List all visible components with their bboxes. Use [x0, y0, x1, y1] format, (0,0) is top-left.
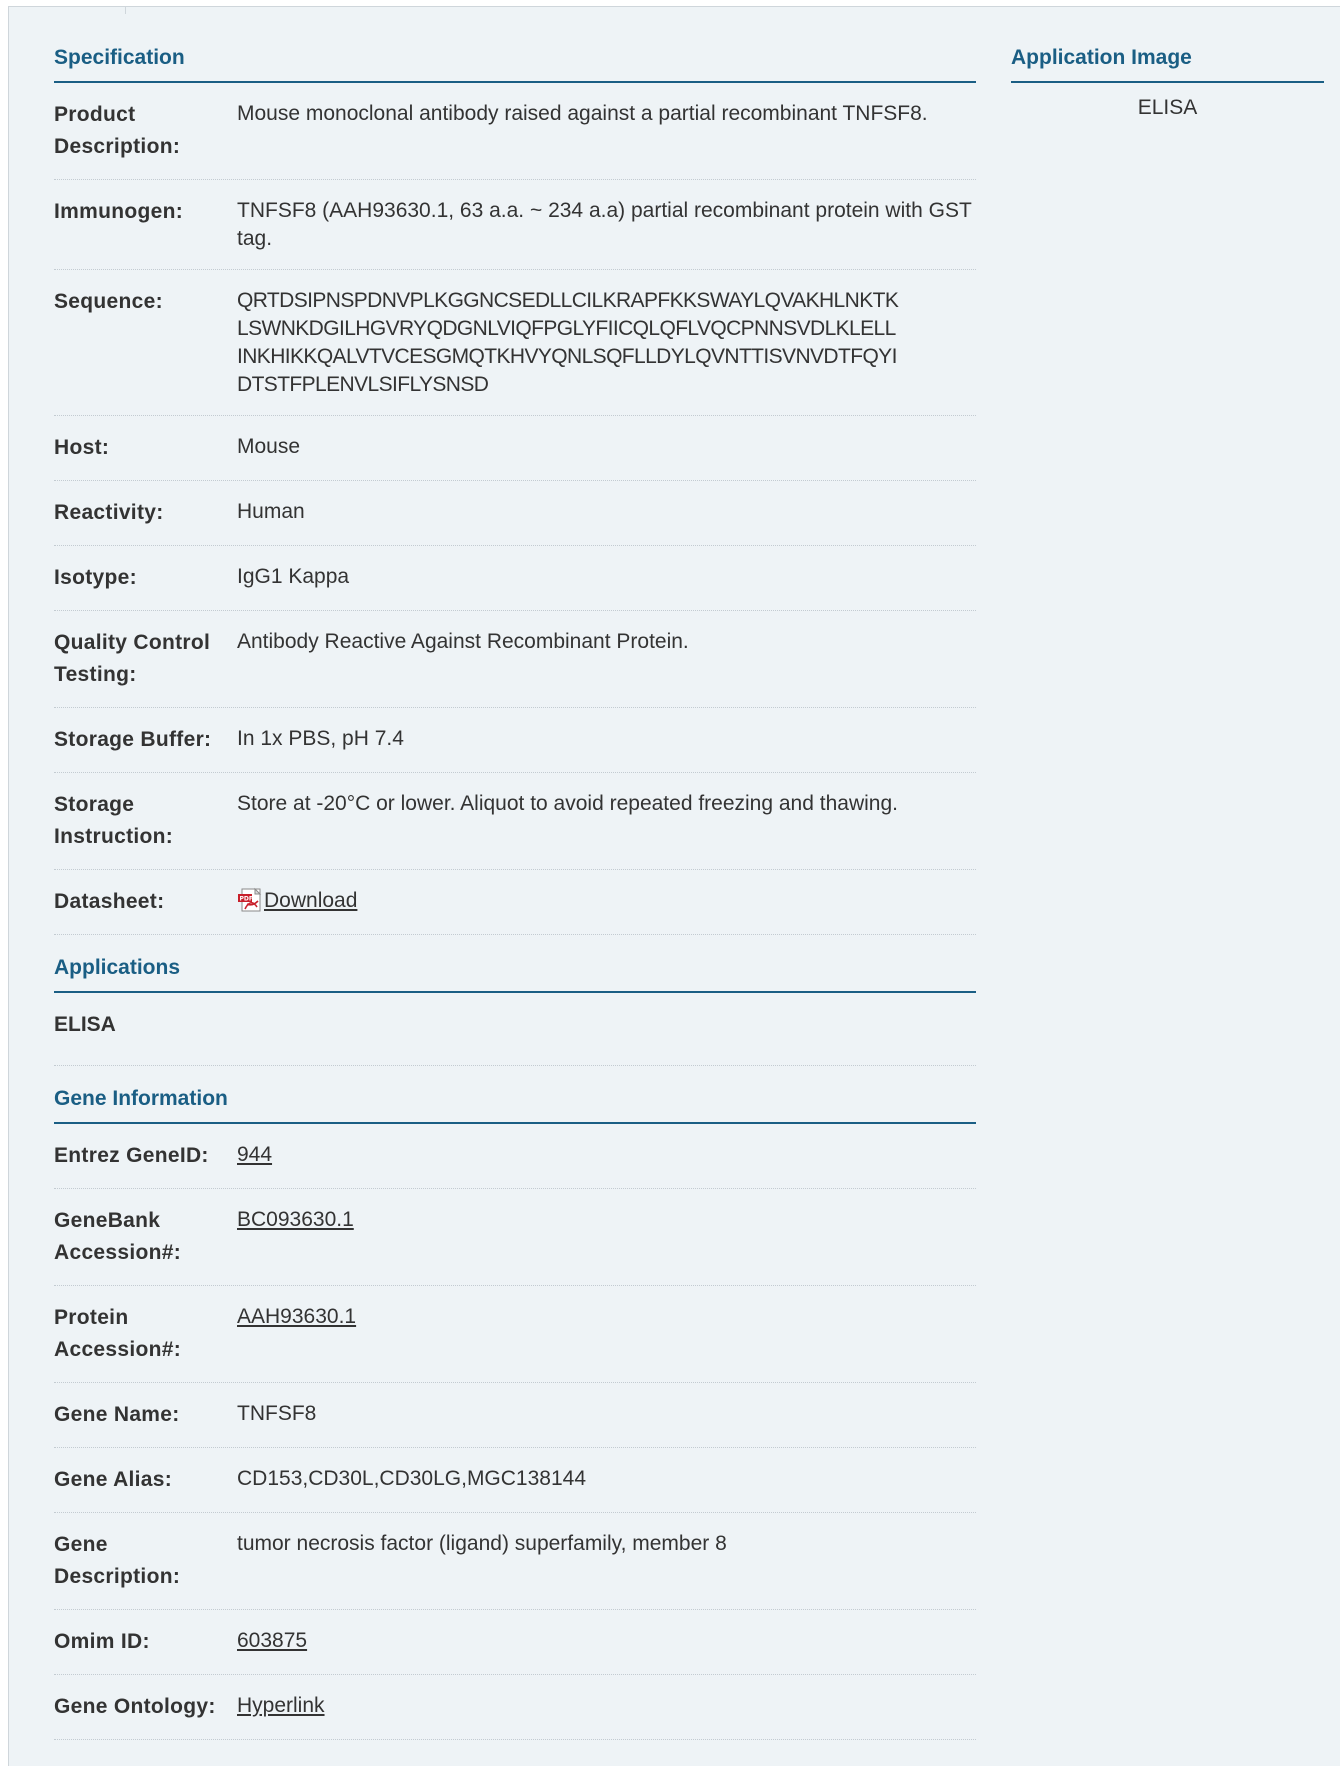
- spec-label: Storage Instruction:: [54, 793, 174, 848]
- sequence-line: QRTDSIPNSPDNVPLKGGNCSEDLLCILKRAPFKKSWAYL…: [237, 289, 899, 312]
- gene-value: CD153,CD30L,CD30LG,MGC138144: [237, 1467, 587, 1490]
- spec-row-quality-control: Quality Control Testing: Antibody Reacti…: [54, 611, 976, 708]
- gene-information-title: Gene Information: [54, 1078, 976, 1124]
- spec-row-storage-instruction: Storage Instruction: Store at -20°C or l…: [54, 773, 976, 870]
- gene-row-gene-name: Gene Name: TNFSF8: [54, 1383, 976, 1448]
- gene-value: BC093630.1: [237, 1205, 976, 1269]
- spec-label: Datasheet:: [54, 890, 165, 913]
- spec-label: Product Description:: [54, 103, 181, 158]
- gene-label: Gene Alias:: [54, 1468, 173, 1491]
- spec-row-reactivity: Reactivity: Human: [54, 481, 976, 546]
- spec-value: Store at -20°C or lower. Aliquot to avoi…: [237, 792, 898, 815]
- gene-label: Omim ID:: [54, 1630, 150, 1653]
- gene-row-genebank-accession: GeneBank Accession#: BC093630.1: [54, 1189, 976, 1286]
- applications-title: Applications: [54, 947, 976, 993]
- gene-value: 944: [237, 1140, 976, 1172]
- gene-label: Gene Description:: [54, 1533, 181, 1588]
- spec-label: Quality Control Testing:: [54, 631, 211, 686]
- gene-row-gene-alias: Gene Alias: CD153,CD30L,CD30LG,MGC138144: [54, 1448, 976, 1513]
- spec-label: Immunogen:: [54, 200, 183, 223]
- sequence-line: INKHIKKQALVTVCESGMQTKHVYQNLSQFLLDYLQVNTT…: [237, 345, 897, 368]
- application-image-label: ELISA: [1137, 96, 1198, 119]
- active-tab-edge: [9, 7, 126, 14]
- spec-label: Isotype:: [54, 566, 137, 589]
- spec-value: TNFSF8 (AAH93630.1, 63 a.a. ~ 234 a.a) p…: [237, 199, 972, 250]
- sequence-line: DTSTFPLENVLSIFLYSNSD: [237, 373, 489, 396]
- spec-row-product-description: Product Description: Mouse monoclonal an…: [54, 83, 976, 180]
- gene-ontology-link[interactable]: Hyperlink: [237, 1694, 325, 1717]
- datasheet-download-link[interactable]: Download: [264, 889, 357, 912]
- spec-row-sequence: Sequence: QRTDSIPNSPDNVPLKGGNCSEDLLCILKR…: [54, 270, 976, 416]
- specification-title: Specification: [54, 37, 976, 83]
- entrez-gene-link[interactable]: 944: [237, 1143, 272, 1166]
- gene-row-omim-id: Omim ID: 603875: [54, 1610, 976, 1675]
- gene-value: Hyperlink: [237, 1691, 976, 1723]
- sequence-line: LSWNKDGILHGVRYQDGNLVIQFPGLYFIICQLQFLVQCP…: [237, 317, 896, 340]
- spec-row-immunogen: Immunogen: TNFSF8 (AAH93630.1, 63 a.a. ~…: [54, 180, 976, 270]
- spec-value: Human: [237, 500, 305, 523]
- main-column: Specification Product Description: Mouse…: [54, 37, 976, 1740]
- gene-label: GeneBank Accession#:: [54, 1209, 182, 1264]
- gene-value: 603875: [237, 1626, 976, 1658]
- gene-value: TNFSF8: [237, 1402, 317, 1425]
- spec-value: IgG1 Kappa: [237, 565, 350, 588]
- svg-text:PDF: PDF: [240, 896, 253, 903]
- spec-label: Reactivity:: [54, 501, 164, 524]
- gene-row-gene-ontology: Gene Ontology: Hyperlink: [54, 1675, 976, 1740]
- spec-value: Antibody Reactive Against Recombinant Pr…: [237, 630, 689, 653]
- content-panel: Specification Product Description: Mouse…: [8, 6, 1340, 1766]
- pdf-icon[interactable]: PDF: [237, 887, 263, 913]
- spec-row-datasheet: Datasheet: PDF Download: [54, 870, 976, 935]
- spec-label: Storage Buffer:: [54, 728, 212, 751]
- spec-row-host: Host: Mouse: [54, 416, 976, 481]
- applications-list: ELISA: [54, 993, 976, 1066]
- spec-value: Mouse monoclonal antibody raised against…: [237, 102, 928, 125]
- gene-label: Gene Name:: [54, 1403, 180, 1426]
- gene-value: AAH93630.1: [237, 1302, 976, 1366]
- gene-row-protein-accession: Protein Accession#: AAH93630.1: [54, 1286, 976, 1383]
- spec-row-isotype: Isotype: IgG1 Kappa: [54, 546, 976, 611]
- spec-value: Mouse: [237, 435, 301, 458]
- side-column: Application Image ELISA: [1011, 37, 1324, 122]
- spec-row-storage-buffer: Storage Buffer: In 1x PBS, pH 7.4: [54, 708, 976, 773]
- application-image-title: Application Image: [1011, 37, 1324, 83]
- spec-label: Host:: [54, 436, 110, 459]
- gene-label: Gene Ontology:: [54, 1695, 216, 1718]
- spec-value: PDF Download: [237, 886, 976, 918]
- spec-label: Sequence:: [54, 290, 163, 313]
- omim-id-link[interactable]: 603875: [237, 1629, 307, 1652]
- sequence-value: QRTDSIPNSPDNVPLKGGNCSEDLLCILKRAPFKKSWAYL…: [237, 286, 976, 399]
- gene-row-entrez-id: Entrez GeneID: 944: [54, 1124, 976, 1189]
- gene-label: Protein Accession#:: [54, 1306, 182, 1361]
- gene-value: tumor necrosis factor (ligand) superfami…: [237, 1532, 727, 1555]
- gene-row-gene-description: Gene Description: tumor necrosis factor …: [54, 1513, 976, 1610]
- protein-accession-link[interactable]: AAH93630.1: [237, 1305, 356, 1328]
- genebank-accession-link[interactable]: BC093630.1: [237, 1208, 354, 1231]
- gene-label: Entrez GeneID:: [54, 1144, 209, 1167]
- spec-value: In 1x PBS, pH 7.4: [237, 727, 404, 750]
- application-item: ELISA: [54, 1013, 116, 1036]
